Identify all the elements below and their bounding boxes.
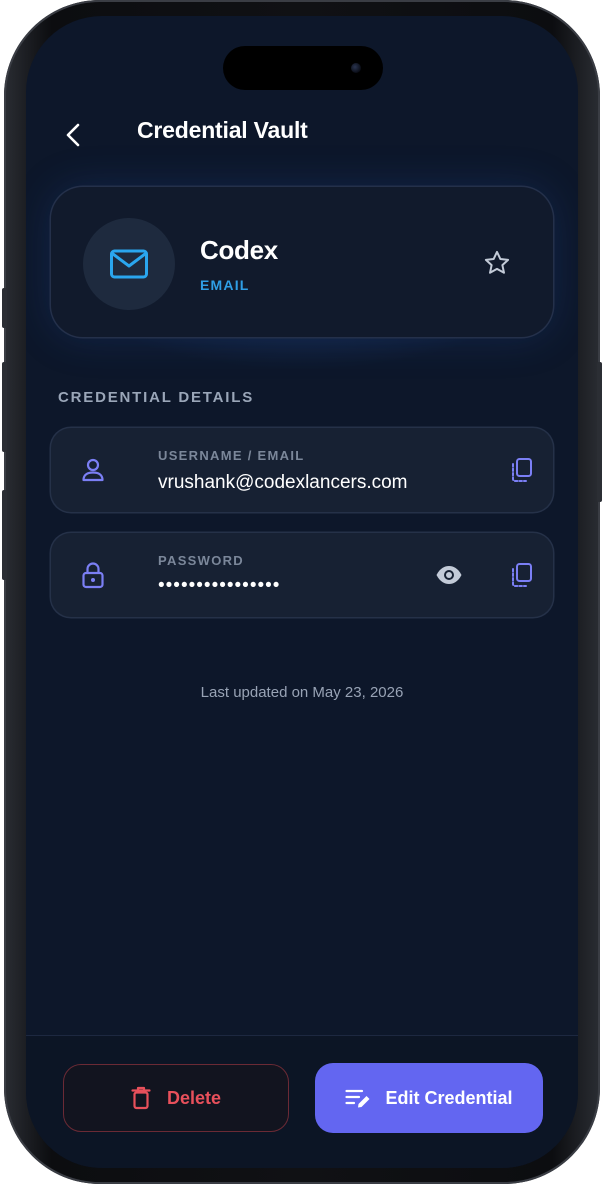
reveal-password-button[interactable] — [433, 559, 465, 591]
password-label: PASSWORD — [158, 553, 244, 568]
edit-credential-button[interactable]: Edit Credential — [315, 1063, 543, 1133]
star-icon — [484, 250, 510, 274]
section-label: CREDENTIAL DETAILS — [58, 389, 255, 406]
power-button — [597, 362, 602, 502]
delete-button-label: Delete — [166, 1087, 222, 1108]
delete-button[interactable]: Delete — [63, 1064, 289, 1132]
edit-button-label: Edit Credential — [385, 1087, 513, 1108]
last-updated-text: Last updated on May 23, 2026 — [200, 684, 404, 701]
username-label: USERNAME / EMAIL — [158, 448, 305, 463]
dynamic-island — [223, 46, 383, 90]
chevron-left-icon — [66, 123, 80, 147]
password-field-card: PASSWORD •••••••••••••••• — [51, 533, 553, 617]
trash-icon — [131, 1086, 151, 1110]
camera-lens — [351, 63, 361, 73]
page-title: Credential Vault — [137, 117, 308, 143]
copy-password-button[interactable] — [506, 559, 538, 591]
password-field-icon — [79, 561, 107, 589]
username-value[interactable]: vrushank@codexlancers.com — [158, 472, 408, 494]
back-button[interactable] — [58, 120, 88, 150]
credential-summary-card: Codex EMAIL — [51, 187, 553, 337]
username-field-icon — [79, 456, 107, 484]
lock-icon — [82, 562, 104, 589]
mail-icon — [110, 249, 148, 279]
volume-down-button — [2, 490, 7, 580]
credential-avatar — [83, 218, 175, 310]
credential-name: Codex — [200, 235, 278, 265]
credential-type-badge: EMAIL — [200, 277, 250, 293]
action-button — [2, 288, 7, 328]
password-value[interactable]: •••••••••••••••• — [158, 575, 280, 597]
copy-icon — [512, 458, 532, 482]
favorite-button[interactable] — [481, 247, 513, 279]
copy-icon — [512, 563, 532, 587]
bottom-action-bar: Delete Edit Credential — [26, 1035, 578, 1168]
edit-icon — [345, 1089, 370, 1108]
eye-icon — [436, 566, 462, 584]
volume-up-button — [2, 362, 7, 452]
user-icon — [82, 458, 104, 482]
app-screen: Credential Vault Codex EMAIL CREDENTIAL … — [26, 16, 578, 1168]
username-field-card: USERNAME / EMAIL vrushank@codexlancers.c… — [51, 428, 553, 512]
copy-username-button[interactable] — [506, 454, 538, 486]
